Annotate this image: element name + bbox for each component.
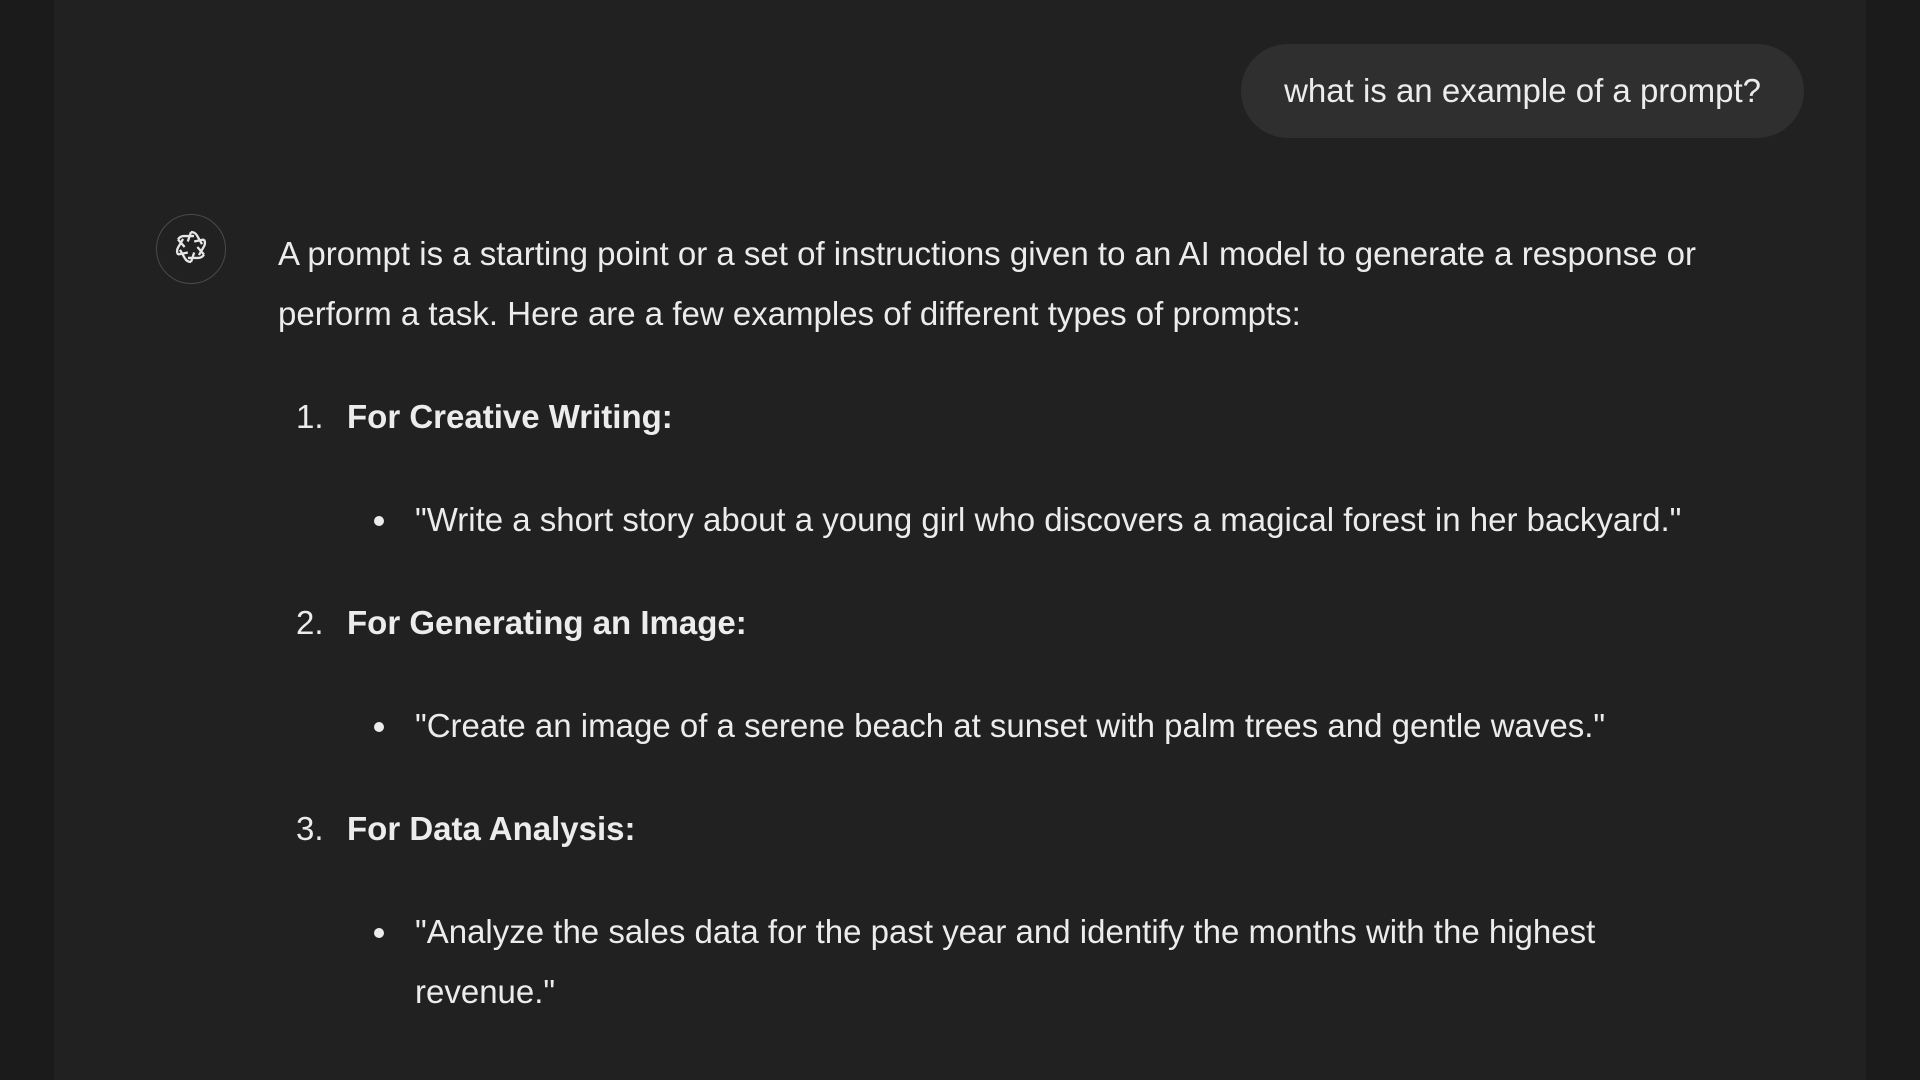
bullet-text: "Write a short story about a young girl … — [415, 501, 1682, 538]
user-message-text: what is an example of a prompt? — [1284, 72, 1761, 109]
assistant-message: A prompt is a starting point or a set of… — [278, 224, 1808, 1022]
user-message-bubble: what is an example of a prompt? — [1241, 44, 1804, 138]
list-item-title: For Generating an Image: — [347, 604, 747, 641]
list-item-number: 1. — [296, 398, 324, 435]
bullet-dot — [374, 516, 384, 526]
assistant-intro-text: A prompt is a starting point or a set of… — [278, 235, 1696, 332]
list-item-title: For Data Analysis: — [347, 810, 636, 847]
list-item-bullet: "Analyze the sales data for the past yea… — [278, 902, 1808, 1022]
bullet-dot — [374, 928, 384, 938]
list-item-number: 2. — [296, 604, 324, 641]
list-item-title: For Creative Writing: — [347, 398, 673, 435]
bullet-text: "Analyze the sales data for the past yea… — [415, 913, 1596, 1010]
left-gutter — [0, 0, 54, 1080]
list-item-bullet: "Create an image of a serene beach at su… — [278, 696, 1808, 756]
assistant-avatar — [156, 214, 226, 284]
openai-logo-icon — [171, 227, 211, 272]
list-item-heading: 3. For Data Analysis: — [278, 799, 1808, 859]
list-item-heading: 1. For Creative Writing: — [278, 387, 1808, 447]
list-item-heading: 2. For Generating an Image: — [278, 593, 1808, 653]
list-item-number: 3. — [296, 810, 324, 847]
right-gutter — [1866, 0, 1920, 1080]
bullet-text: "Create an image of a serene beach at su… — [415, 707, 1606, 744]
bullet-dot — [374, 722, 384, 732]
list-item-bullet: "Write a short story about a young girl … — [278, 490, 1808, 550]
